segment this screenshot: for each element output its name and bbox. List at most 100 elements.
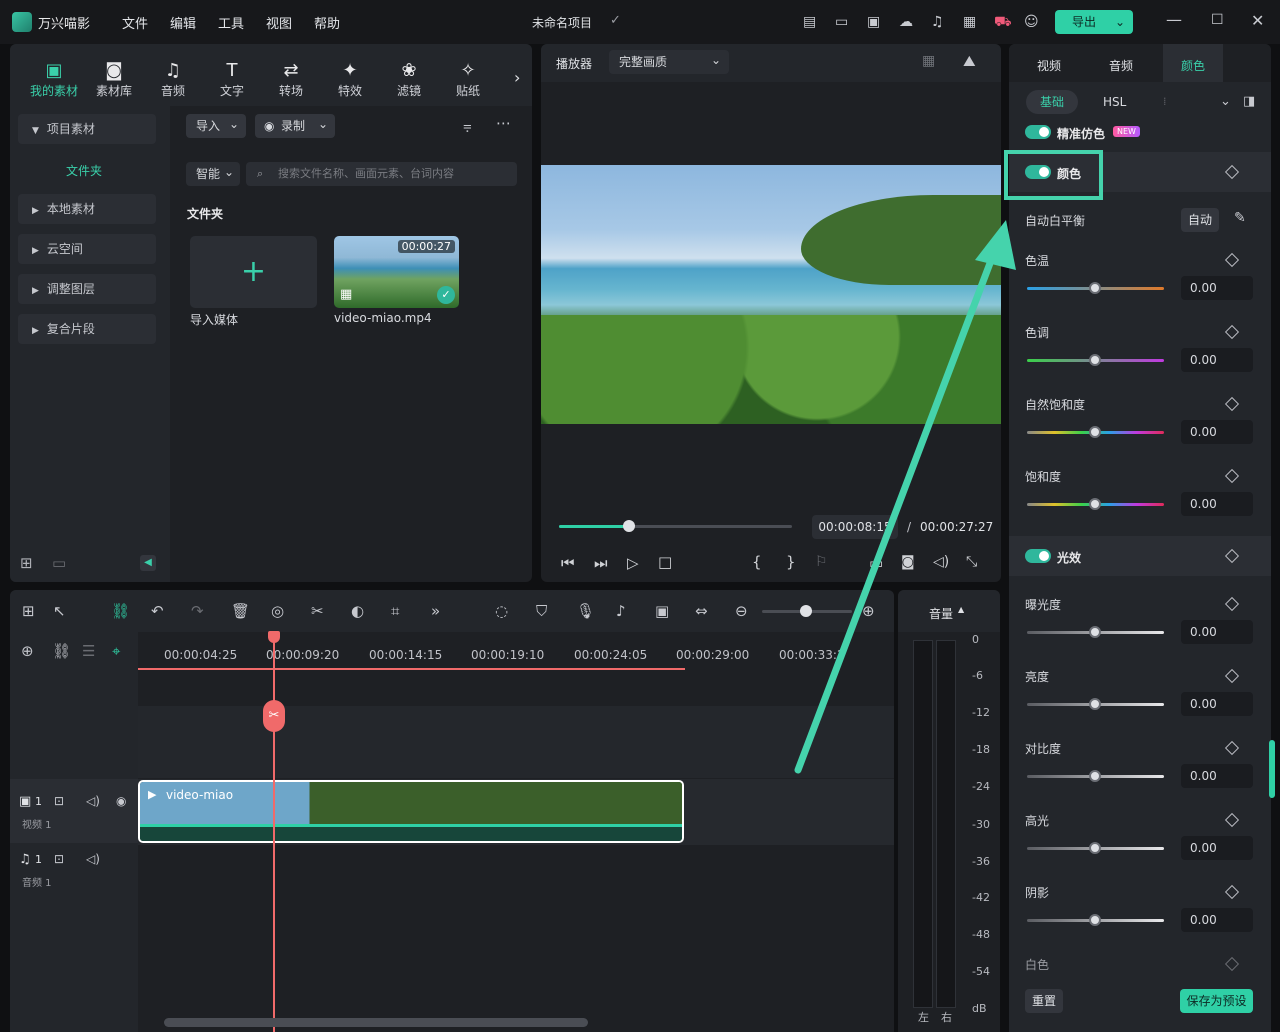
shadows-knob[interactable] [1089,914,1101,926]
menu-view[interactable]: 视图 [266,13,292,32]
sidebar-item-local[interactable]: ▶ 本地素材 [18,194,156,224]
mute-icon[interactable]: ◁) [86,794,100,808]
monitor-icon[interactable]: ▭ [835,14,848,30]
audio-effect-icon[interactable]: ♪ [616,602,626,620]
playhead-line[interactable] [273,632,275,1032]
mic-icon[interactable]: 🎙 [576,602,595,620]
detach-icon[interactable]: ◎ [271,602,284,620]
audio-mute-icon[interactable]: ◁) [86,852,100,866]
tab-audio[interactable]: ♫ 音频 [148,60,198,99]
menu-file[interactable]: 文件 [122,13,148,32]
menu-help[interactable]: 帮助 [314,13,340,32]
video-thumbnail[interactable]: 00:00:27 ▦ ✓ [334,236,459,308]
vibrance-value[interactable]: 0.00 [1181,420,1253,444]
shadows-value[interactable]: 0.00 [1181,908,1253,932]
collapse-icon[interactable]: ◀ [140,555,156,571]
task-icon[interactable]: ▤ [803,14,816,30]
save-preset-button[interactable]: 保存为预设 [1180,989,1253,1013]
close-icon[interactable]: ✕ [1251,11,1264,30]
apps-icon[interactable]: ▦ [963,14,976,30]
sidebar-item-compound[interactable]: ▶ 复合片段 [18,314,156,344]
grid-view-icon[interactable]: ▦ [922,53,935,69]
props-scrollbar[interactable] [1269,740,1275,798]
tint-value[interactable]: 0.00 [1181,348,1253,372]
quality-dropdown[interactable]: 完整画质 ⌄ [609,50,729,74]
subtab-hsl[interactable]: HSL [1103,95,1126,109]
audio-lock-icon[interactable]: ⊡ [54,852,64,866]
exposure-knob[interactable] [1089,626,1101,638]
subtab-basic[interactable]: 基础 [1026,90,1078,114]
maximize-icon[interactable]: ☐ [1211,12,1224,28]
eyedropper-icon[interactable]: ✎ [1234,210,1246,226]
tab-my-media[interactable]: ▣ 我的素材 [29,60,79,99]
add-track-icon[interactable]: ⊕ [21,642,34,660]
play-icon[interactable]: ▷ [627,554,639,572]
progress-knob[interactable] [622,520,635,532]
user-icon[interactable]: ☺ [1024,14,1039,30]
temperature-knob[interactable] [1089,282,1101,294]
image-compare-icon[interactable]: ⛰ [963,52,976,70]
shield-icon[interactable]: ⛉ [536,602,547,620]
auto-button[interactable]: 自动 [1181,208,1219,232]
eye-icon[interactable]: ◉ [116,794,126,808]
menu-edit[interactable]: 编辑 [170,13,196,32]
video-clip[interactable]: ▶ video-miao [138,780,684,843]
track-settings-icon[interactable]: ☰ [82,642,95,660]
preview-render-icon[interactable]: ▣ [655,602,669,620]
search-input[interactable]: ⌕ 搜索文件名称、画面元素、台词内容 [246,162,517,186]
lock-icon[interactable]: ⊡ [54,794,64,808]
sidebar-item-folder[interactable]: 文件夹 [66,162,102,179]
cloud-icon[interactable]: ☁ [899,14,913,30]
horizontal-scrollbar[interactable] [164,1018,588,1027]
more-tools-icon[interactable]: » [431,602,440,620]
export-button[interactable]: 导出 ⌄ [1055,10,1133,34]
zoom-out-icon[interactable]: ⊖ [735,602,748,620]
import-dropdown[interactable]: 导入 ⌄ [186,114,246,138]
record-dropdown[interactable]: ◉ 录制 ⌄ [255,114,335,138]
sidebar-item-project-media[interactable]: ▼ 项目素材 [18,114,156,144]
snap-icon[interactable]: ⌖ [112,642,120,660]
sidebar-item-cloud[interactable]: ▶ 云空间 [18,234,156,264]
tab-audio-props[interactable]: 音频 [1109,57,1133,74]
mark-in-icon[interactable]: { [752,553,762,571]
playhead-handle[interactable] [268,631,280,643]
tab-effects[interactable]: ✦ 特效 [325,60,375,99]
delete-icon[interactable]: 🗑 [231,602,250,620]
brightness-knob[interactable] [1089,698,1101,710]
color-palette-icon[interactable]: ◐ [351,602,364,620]
vibrance-knob[interactable] [1089,426,1101,438]
precise-toggle[interactable] [1025,125,1051,139]
render-icon[interactable]: ◌ [495,602,508,620]
temperature-value[interactable]: 0.00 [1181,276,1253,300]
chevron-down-icon[interactable]: ⌄ [1220,94,1231,109]
saturation-value[interactable]: 0.00 [1181,492,1253,516]
link-track-icon[interactable]: ⛓ [52,642,71,660]
prev-frame-icon[interactable]: ⏮ [561,554,575,572]
contrast-knob[interactable] [1089,770,1101,782]
cart-icon[interactable]: ⛟ [994,14,1012,32]
highlights-value[interactable]: 0.00 [1181,836,1253,860]
tab-filters[interactable]: ❀ 滤镜 [384,60,434,99]
tab-library[interactable]: ◙ 素材库 [89,60,139,99]
undo-icon[interactable]: ↶ [151,602,164,620]
folder-icon[interactable]: ▭ [52,554,66,572]
minimize-icon[interactable]: — [1166,10,1182,29]
brightness-value[interactable]: 0.00 [1181,692,1253,716]
tab-video[interactable]: 视频 [1037,57,1061,74]
smart-dropdown[interactable]: 智能 ⌄ [186,162,240,186]
stop-icon[interactable]: □ [658,553,672,571]
select-tool-icon[interactable]: ↖ [53,602,66,620]
more-icon[interactable]: ⋯ [496,114,511,132]
exposure-value[interactable]: 0.00 [1181,620,1253,644]
new-folder-icon[interactable]: ⊞ [20,554,33,572]
redo-icon[interactable]: ↷ [191,602,204,620]
fit-icon[interactable]: ⇔ [695,602,708,620]
filter-sort-icon[interactable]: ⩦ [463,116,472,134]
reset-button[interactable]: 重置 [1025,989,1063,1013]
crop-icon[interactable]: ⌗ [391,602,399,620]
tab-text[interactable]: T 文字 [207,60,257,99]
scissors-icon[interactable]: ✂ [311,602,324,620]
save-icon[interactable]: ▣ [867,14,880,30]
menu-tools[interactable]: 工具 [218,13,244,32]
layout-icon[interactable]: ⊞ [22,602,35,620]
